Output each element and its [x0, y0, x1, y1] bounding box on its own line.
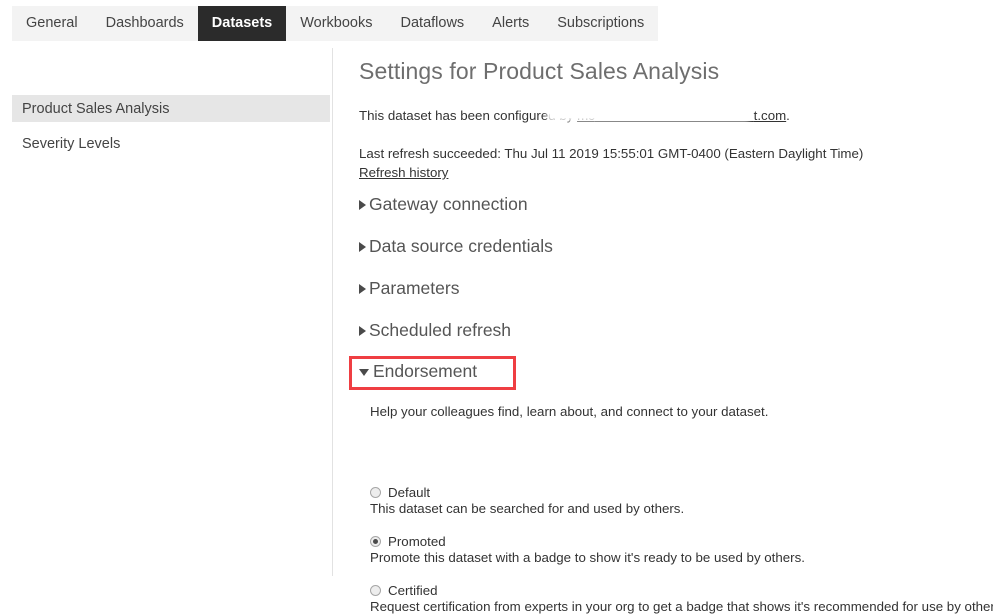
endorsement-option-promoted[interactable]: Promoted Promote this dataset with a bad…	[370, 533, 805, 565]
option-label: Promoted	[388, 533, 446, 549]
endorsement-option-default[interactable]: Default This dataset can be searched for…	[370, 484, 684, 516]
option-description: This dataset can be searched for and use…	[370, 501, 685, 516]
section-label: Gateway connection	[369, 194, 528, 214]
section-data-source-credentials[interactable]: Data source credentials	[359, 236, 553, 257]
tab-workbooks[interactable]: Workbooks	[286, 6, 387, 41]
tab-datasets[interactable]: Datasets	[197, 6, 287, 41]
option-label: Certified	[388, 582, 438, 598]
configured-by-suffix: .	[786, 108, 790, 123]
tab-dataflows[interactable]: Dataflows	[386, 6, 479, 41]
radio-promoted[interactable]	[370, 535, 381, 547]
section-label: Endorsement	[373, 361, 478, 381]
triangle-right-icon	[359, 283, 366, 294]
endorsement-help-text: Help your colleagues find, learn about, …	[370, 404, 769, 419]
settings-main-panel: Settings for Product Sales Analysis This…	[333, 48, 993, 614]
triangle-right-icon	[359, 241, 366, 252]
tab-alerts[interactable]: Alerts	[478, 6, 544, 41]
radio-certified[interactable]	[370, 584, 381, 596]
option-header: Certified	[370, 582, 993, 598]
section-label: Scheduled refresh	[369, 320, 512, 340]
triangle-right-icon	[359, 325, 366, 336]
tab-general[interactable]: General	[12, 6, 92, 41]
section-label: Data source credentials	[369, 236, 553, 256]
email-redaction-overlay	[550, 103, 747, 118]
sidebar-item-label: Severity Levels	[22, 135, 121, 152]
sidebar-item-product-sales-analysis[interactable]: Product Sales Analysis	[12, 95, 330, 122]
option-label: Default	[388, 484, 431, 500]
refresh-history-link[interactable]: Refresh history	[359, 165, 448, 180]
section-gateway-connection[interactable]: Gateway connection	[359, 194, 528, 215]
section-scheduled-refresh[interactable]: Scheduled refresh	[359, 320, 511, 341]
radio-default[interactable]	[370, 486, 381, 498]
triangle-right-icon	[359, 199, 366, 210]
last-refresh-status: Last refresh succeeded: Thu Jul 11 2019 …	[359, 146, 864, 161]
option-header: Promoted	[370, 533, 805, 549]
owner-email-visible-end: t.com	[753, 108, 787, 123]
section-parameters[interactable]: Parameters	[359, 278, 459, 299]
tab-subscriptions[interactable]: Subscriptions	[543, 6, 659, 41]
endorsement-option-certified[interactable]: Certified Request certification from exp…	[370, 582, 993, 614]
option-description: Promote this dataset with a badge to sho…	[370, 550, 805, 565]
option-description: Request certification from experts in yo…	[370, 599, 993, 614]
tab-dashboards[interactable]: Dashboards	[91, 6, 198, 41]
sidebar-item-label: Product Sales Analysis	[22, 100, 170, 117]
settings-tab-bar: General Dashboards Datasets Workbooks Da…	[12, 6, 659, 41]
sidebar-item-severity-levels[interactable]: Severity Levels	[12, 130, 330, 157]
configured-by-prefix: This dataset has been configured by	[359, 108, 578, 123]
page-title: Settings for Product Sales Analysis	[359, 58, 720, 84]
option-header: Default	[370, 484, 684, 500]
section-label: Parameters	[369, 278, 460, 298]
triangle-down-icon	[359, 369, 369, 376]
section-endorsement[interactable]: Endorsement	[359, 361, 477, 382]
dataset-list-sidebar: Product Sales Analysis Severity Levels	[0, 48, 333, 576]
